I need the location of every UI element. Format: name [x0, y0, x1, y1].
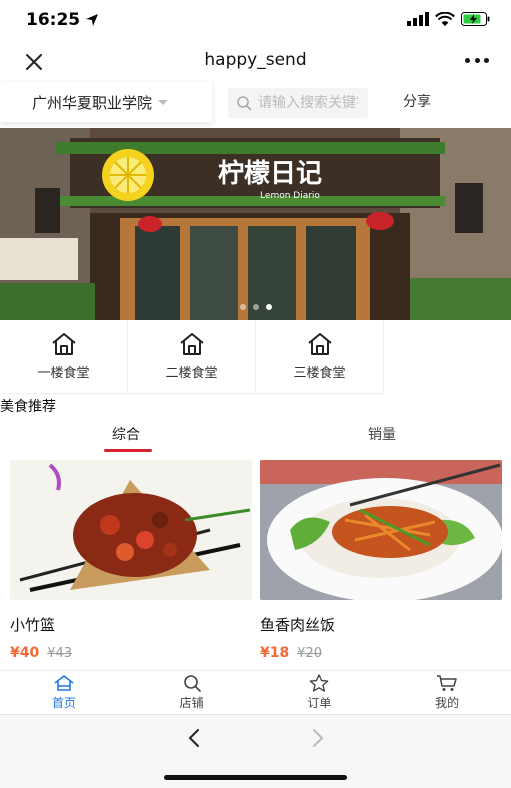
browser-nav-bar [0, 714, 511, 788]
category-floor-1[interactable]: 一楼食堂 [0, 320, 128, 394]
status-time: 16:25 [26, 10, 81, 30]
tab-home-label: 首页 [51, 696, 76, 710]
product-old-price: ¥43 [47, 646, 73, 661]
product-card[interactable]: 鱼香肉丝饭 ¥18 ¥20 [260, 460, 502, 661]
battery-charging-icon [461, 12, 490, 26]
product-image-basket [10, 460, 252, 600]
page-title: happy_send [204, 50, 307, 70]
product-name: 小竹篮 [10, 616, 56, 634]
active-tab-indicator [104, 449, 152, 452]
signal-icon [407, 12, 429, 26]
home-indicator[interactable] [164, 775, 347, 780]
product-list: 小竹篮 ¥40 ¥43 鱼香肉丝饭 ¥18 ¥20 [0, 460, 511, 670]
location-search-row: 广州华夏职业学院 分享 [0, 82, 511, 126]
wifi-icon [435, 12, 455, 26]
product-prices: ¥18 ¥20 [260, 645, 502, 661]
chevron-down-icon [158, 99, 169, 105]
search-bar[interactable] [228, 88, 368, 118]
category-floor-2[interactable]: 二楼食堂 [128, 320, 256, 394]
carousel-dot-active[interactable] [265, 304, 272, 310]
home-icon [307, 333, 332, 355]
category-floor-3[interactable]: 三楼食堂 [256, 320, 384, 394]
banner-sign-sub: Lemon Diario [260, 191, 320, 201]
tab-shops[interactable]: 店铺 [128, 671, 256, 714]
product-image [10, 460, 252, 600]
tab-sales[interactable]: 销量 [368, 424, 396, 444]
location-label: 广州华夏职业学院 [32, 93, 153, 112]
tab-shops-label: 店铺 [179, 696, 204, 710]
star-icon [310, 674, 329, 692]
product-image-rice [260, 460, 502, 600]
product-old-price: ¥20 [297, 646, 323, 661]
banner-sign-text: 柠檬日记 [218, 158, 322, 189]
cart-icon [437, 675, 457, 691]
tab-orders-label: 订单 [307, 696, 332, 710]
sort-tabs: 综合 销量 [0, 418, 511, 454]
tab-home[interactable]: 首页 [0, 671, 128, 714]
status-icons [407, 12, 491, 26]
tab-mine[interactable]: 我的 [383, 671, 511, 714]
canteen-categories: 一楼食堂 二楼食堂 三楼食堂 [0, 320, 384, 394]
product-prices: ¥40 ¥43 [10, 645, 252, 661]
tab-mine-label: 我的 [435, 696, 460, 710]
banner-carousel[interactable]: 柠檬日记 Lemon Diario [0, 128, 511, 320]
tab-comprehensive[interactable]: 综合 [112, 424, 140, 444]
category-label: 二楼食堂 [165, 366, 218, 381]
location-arrow-icon [86, 14, 98, 26]
search-icon [183, 675, 201, 692]
section-title: 美食推荐 [0, 399, 56, 415]
chevron-left-icon[interactable] [184, 727, 204, 749]
location-selector[interactable]: 广州华夏职业学院 [0, 82, 212, 122]
tab-orders[interactable]: 订单 [256, 671, 384, 714]
carousel-indicator [0, 304, 511, 310]
product-image [260, 460, 502, 600]
home-icon [179, 333, 204, 355]
search-input[interactable] [258, 95, 358, 111]
product-card[interactable]: 小竹篮 ¥40 ¥43 [10, 460, 252, 661]
carousel-dot[interactable] [252, 304, 259, 310]
search-icon [237, 96, 252, 111]
category-label: 一楼食堂 [37, 366, 90, 381]
category-label: 三楼食堂 [293, 366, 346, 381]
more-options-icon[interactable] [465, 58, 489, 66]
nav-bar: happy_send [0, 42, 511, 82]
status-bar: 16:25 [0, 0, 511, 42]
bottom-tab-bar: 首页 店铺 订单 我的 [0, 670, 511, 714]
chevron-right-icon[interactable] [308, 727, 328, 749]
product-price: ¥18 [260, 645, 290, 661]
home-icon [54, 675, 74, 691]
product-price: ¥40 [10, 645, 40, 661]
banner-storefront-image: 柠檬日记 Lemon Diario [0, 128, 511, 320]
share-button[interactable]: 分享 [403, 91, 431, 111]
home-icon [51, 333, 76, 355]
carousel-dot[interactable] [239, 304, 246, 310]
product-name: 鱼香肉丝饭 [260, 616, 336, 634]
